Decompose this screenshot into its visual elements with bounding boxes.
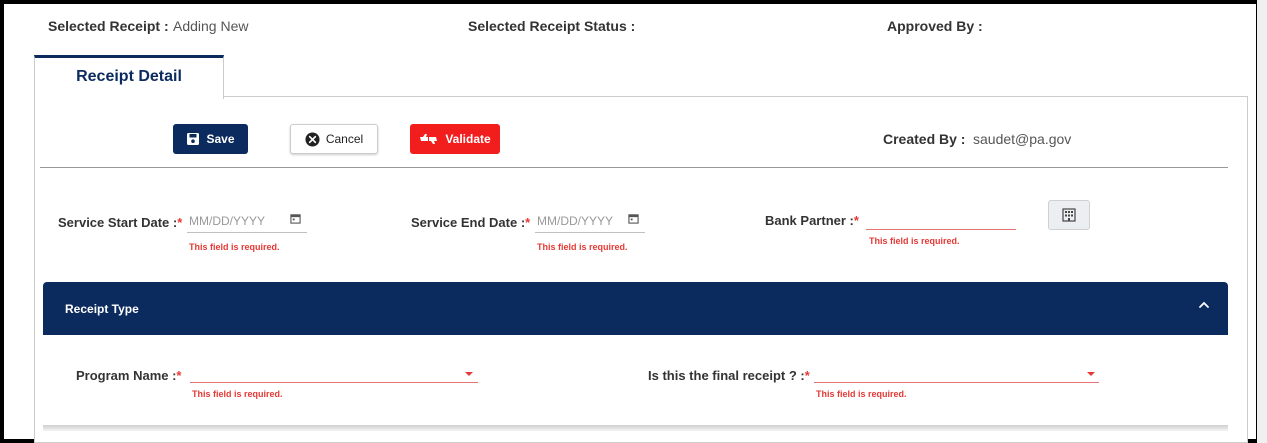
service-end-date-placeholder: MM/DD/YYYY: [537, 214, 614, 228]
calendar-icon[interactable]: [628, 213, 639, 224]
dropdown-arrow-icon[interactable]: [465, 372, 473, 376]
receipt-type-header[interactable]: Receipt Type: [43, 282, 1228, 335]
section-bottom-edge: [43, 425, 1228, 431]
final-receipt-label: Is this the final receipt ? :*: [648, 368, 810, 383]
service-start-date-label: Service Start Date :*: [58, 215, 183, 230]
required-marker: *: [176, 368, 182, 383]
required-marker: *: [525, 215, 531, 230]
final-receipt-error: This field is required.: [816, 389, 907, 399]
save-button[interactable]: Save: [173, 124, 248, 154]
calendar-icon[interactable]: [290, 213, 301, 224]
thumbs-icon: [420, 134, 438, 144]
receipt-status-label: Selected Receipt Status :: [468, 18, 636, 34]
scrollbar[interactable]: [1257, 0, 1267, 443]
dropdown-arrow-icon[interactable]: [1087, 372, 1095, 376]
selected-receipt-value: Adding New: [173, 18, 249, 34]
required-marker: *: [177, 215, 183, 230]
service-start-date-input[interactable]: MM/DD/YYYY: [187, 214, 307, 233]
service-start-date-placeholder: MM/DD/YYYY: [189, 214, 266, 228]
start-date-error: This field is required.: [189, 242, 280, 252]
tab-receipt-detail[interactable]: Receipt Detail: [34, 55, 224, 99]
required-marker: *: [853, 213, 859, 228]
validate-button-label: Validate: [445, 132, 491, 146]
required-marker: *: [804, 368, 810, 383]
program-name-label: Program Name :*: [76, 368, 182, 383]
cancel-button-label: Cancel: [325, 132, 364, 146]
bank-partner-input[interactable]: [866, 229, 1016, 230]
building-icon: [1062, 208, 1076, 222]
cancel-button[interactable]: Cancel: [290, 124, 378, 154]
selected-receipt-label: Selected Receipt :: [48, 18, 169, 34]
service-end-date-label: Service End Date :*: [411, 215, 531, 230]
chevron-up-icon[interactable]: [1198, 300, 1210, 310]
validate-button[interactable]: Validate: [410, 124, 500, 154]
tab-receipt-detail-label: Receipt Detail: [76, 68, 182, 85]
program-name-select[interactable]: [190, 382, 478, 383]
approved-by-label: Approved By :: [887, 18, 983, 34]
final-receipt-select[interactable]: [814, 382, 1099, 383]
receipt-type-title: Receipt Type: [65, 302, 139, 316]
bank-partner-error: This field is required.: [869, 236, 960, 246]
created-by-label: Created By :: [883, 131, 966, 147]
bank-partner-label: Bank Partner :*: [765, 213, 859, 228]
end-date-error: This field is required.: [537, 242, 628, 252]
toolbar-divider: [40, 167, 1228, 168]
program-name-error: This field is required.: [192, 389, 283, 399]
close-circle-icon: [305, 131, 320, 147]
save-button-label: Save: [206, 132, 235, 146]
save-icon: [187, 133, 200, 145]
service-end-date-input[interactable]: MM/DD/YYYY: [535, 214, 645, 233]
bank-lookup-button[interactable]: [1048, 200, 1090, 230]
created-by-value: saudet@pa.gov: [973, 131, 1072, 147]
